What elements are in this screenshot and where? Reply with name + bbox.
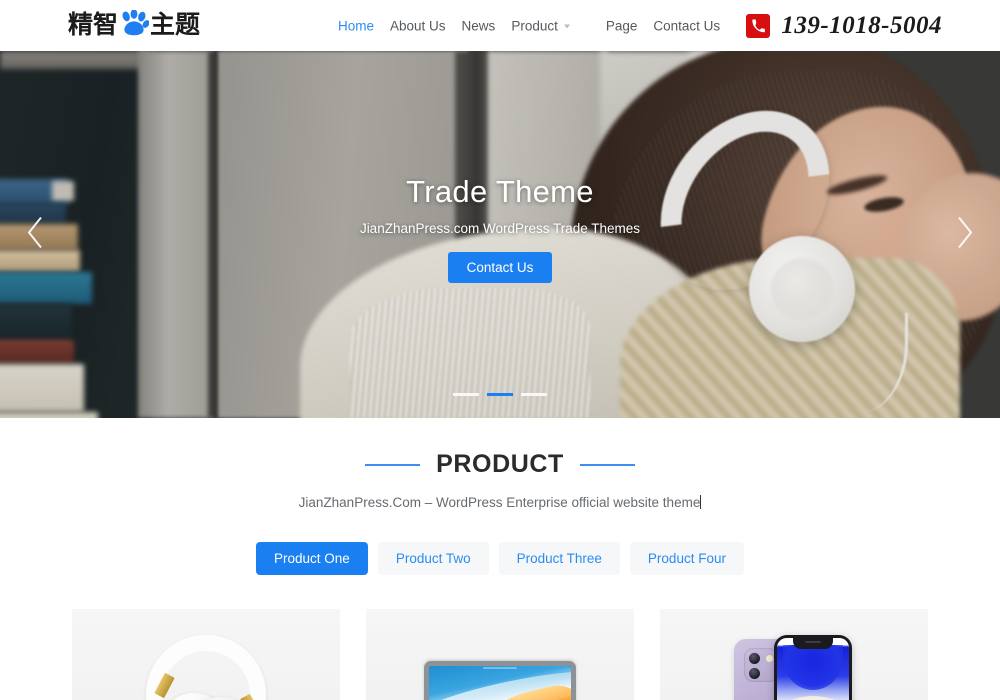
hero-content: Trade Theme JianZhanPress.com WordPress … <box>0 51 1000 418</box>
nav-item-contact-us[interactable]: Contact Us <box>645 18 728 33</box>
product-card-grid <box>0 609 1000 700</box>
text-cursor <box>700 495 702 509</box>
tab-product-two[interactable]: Product Two <box>377 542 489 575</box>
heading-rule-left <box>365 463 421 466</box>
laptop-image <box>424 661 576 700</box>
slider-indicator-2[interactable] <box>487 393 513 396</box>
logo-text-right: 主题 <box>150 11 201 39</box>
page-title: PRODUCT <box>436 450 564 478</box>
slider-indicators <box>453 393 547 396</box>
product-tabs: Product One Product Two Product Three Pr… <box>0 542 1000 575</box>
smartphone-front-image <box>774 635 852 700</box>
nav-item-home[interactable]: Home <box>330 18 382 33</box>
nav-item-product[interactable]: Product <box>503 18 584 33</box>
product-section: PRODUCT JianZhanPress.Com – WordPress En… <box>0 418 1000 700</box>
heading-rule-right <box>579 463 635 466</box>
chevron-right-icon[interactable] <box>954 213 976 256</box>
tab-product-four[interactable]: Product Four <box>629 542 744 575</box>
nav-item-about-us[interactable]: About Us <box>382 18 454 33</box>
product-card[interactable] <box>366 609 634 700</box>
chevron-down-icon <box>563 24 570 29</box>
hero-contact-us-button[interactable]: Contact Us <box>447 252 553 283</box>
chevron-left-icon[interactable] <box>24 213 46 256</box>
header-phone[interactable]: 139-1018-5004 <box>746 12 942 40</box>
main-navigation: Home About Us News Product Page Contact … <box>330 18 728 33</box>
phone-number: 139-1018-5004 <box>781 11 942 39</box>
tab-product-three[interactable]: Product Three <box>498 542 620 575</box>
tab-product-one[interactable]: Product One <box>256 542 368 575</box>
section-heading: PRODUCT <box>0 450 1000 479</box>
hero-slider: Trade Theme JianZhanPress.com WordPress … <box>0 51 1000 418</box>
slider-indicator-3[interactable] <box>521 393 547 396</box>
logo-text-left: 精智 <box>68 11 119 39</box>
hero-title: Trade Theme <box>406 174 594 209</box>
nav-item-product-label: Product <box>511 18 558 33</box>
product-card[interactable] <box>72 609 340 700</box>
nav-item-page[interactable]: Page <box>598 18 646 33</box>
phone-icon <box>746 13 771 38</box>
section-subtitle-wrap: JianZhanPress.Com – WordPress Enterprise… <box>0 495 1000 510</box>
paw-icon <box>119 8 150 42</box>
slider-indicator-1[interactable] <box>453 393 479 396</box>
section-subtitle: JianZhanPress.Com – WordPress Enterprise… <box>298 495 701 510</box>
nav-item-news[interactable]: News <box>454 18 504 33</box>
product-card[interactable] <box>660 609 928 700</box>
site-header: 精智 主题 Home About Us News Product Page Co… <box>0 0 1000 51</box>
hero-subtitle: JianZhanPress.com WordPress Trade Themes <box>359 221 641 236</box>
site-logo[interactable]: 精智 主题 <box>68 8 201 42</box>
